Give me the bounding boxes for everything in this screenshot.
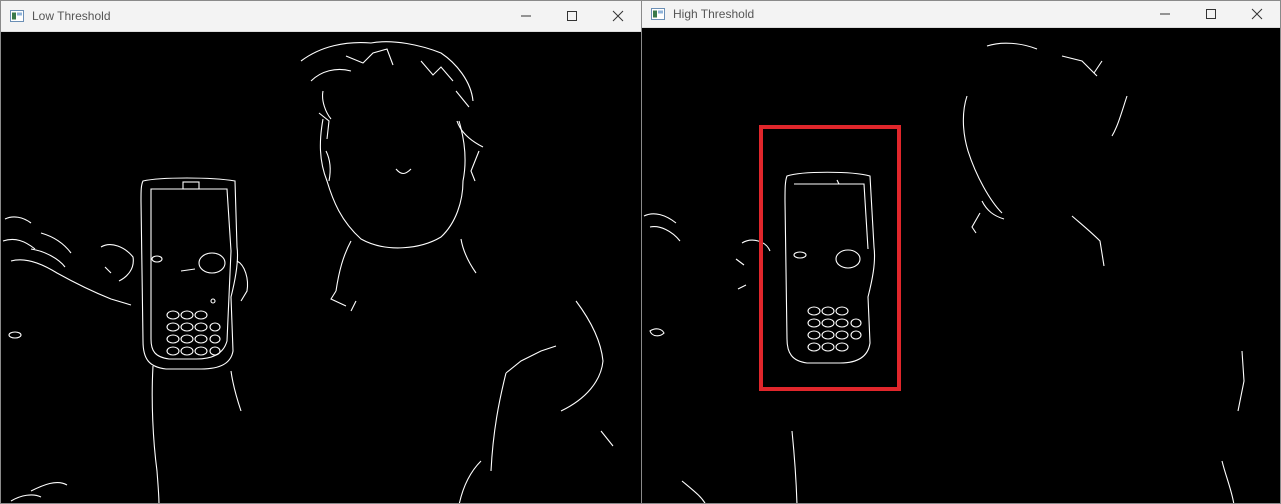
- close-button[interactable]: [1234, 1, 1280, 27]
- maximize-button[interactable]: [549, 1, 595, 31]
- high-threshold-window[interactable]: High Threshold: [641, 0, 1281, 504]
- close-icon: [1251, 8, 1263, 20]
- minimize-icon: [521, 15, 531, 17]
- minimize-button[interactable]: [503, 1, 549, 31]
- minimize-icon: [1160, 13, 1170, 15]
- low-threshold-window[interactable]: Low Threshold: [0, 0, 642, 504]
- maximize-icon: [1206, 9, 1216, 19]
- maximize-icon: [567, 11, 577, 21]
- high-threshold-titlebar[interactable]: High Threshold: [642, 1, 1280, 28]
- window-app-icon: [10, 10, 24, 22]
- window-title: High Threshold: [673, 7, 755, 21]
- maximize-button[interactable]: [1188, 1, 1234, 27]
- minimize-button[interactable]: [1142, 1, 1188, 27]
- window-app-icon: [651, 8, 665, 20]
- close-icon: [612, 10, 624, 22]
- low-threshold-edge-image: [1, 32, 641, 503]
- low-threshold-titlebar[interactable]: Low Threshold: [1, 1, 641, 32]
- window-title: Low Threshold: [32, 9, 111, 23]
- close-button[interactable]: [595, 1, 641, 31]
- high-threshold-edge-image: [642, 28, 1280, 503]
